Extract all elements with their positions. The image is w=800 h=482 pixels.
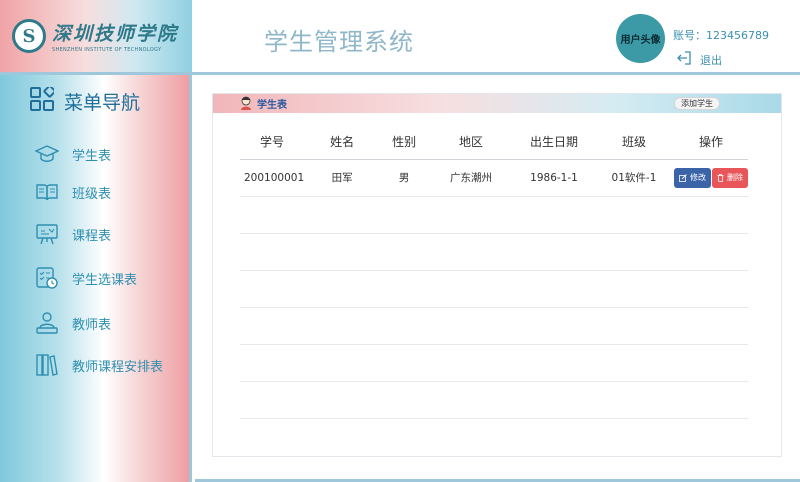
logout-icon xyxy=(676,51,692,68)
table-row xyxy=(240,307,748,345)
cell-class: 01软件-1 xyxy=(593,159,674,197)
bookshelf-icon xyxy=(34,352,60,378)
table-row xyxy=(240,233,748,271)
sidebar-item-label: 教师表 xyxy=(72,317,112,333)
avatar-label: 用户头像 xyxy=(620,35,661,46)
panel-header: 学生表 添加学生 xyxy=(213,94,781,113)
sidebar: 菜单导航 学生表 班级表 课程表 学生选课表 教师表 教师课程安排表 xyxy=(0,75,192,482)
school-logo: S 深圳技师学院 SHENZHEN INSTITUTE OF TECHNOLOG… xyxy=(0,0,192,72)
sidebar-item-students[interactable]: 学生表 xyxy=(34,141,111,167)
add-student-button[interactable]: 添加学生 xyxy=(674,97,720,110)
school-name-en: SHENZHEN INSTITUTE OF TECHNOLOGY xyxy=(52,47,162,53)
account-value: 123456789 xyxy=(706,29,769,42)
column-header-id: 学号 xyxy=(240,124,305,160)
school-name-cn: 深圳技师学院 xyxy=(52,23,179,45)
column-header-region: 地区 xyxy=(428,124,515,160)
delete-label: 删除 xyxy=(726,173,743,182)
sidebar-item-classes[interactable]: 班级表 xyxy=(34,179,111,205)
logout-label: 退出 xyxy=(700,53,722,67)
sidebar-item-label: 学生表 xyxy=(72,148,112,164)
school-emblem-icon: S xyxy=(12,19,46,53)
sidebar-item-courses[interactable]: 课程表 xyxy=(34,221,111,247)
column-header-gender: 性别 xyxy=(380,124,429,160)
student-table-panel: 学生表 添加学生 学号 姓名 性别 地区 出生日期 班级 操作 20010000… xyxy=(212,93,782,457)
nav-title-label: 菜单导航 xyxy=(64,91,141,114)
edit-label: 修改 xyxy=(689,173,706,182)
table-header-row: 学号 姓名 性别 地区 出生日期 班级 操作 xyxy=(240,124,748,160)
sidebar-item-course-selection[interactable]: 学生选课表 xyxy=(34,265,137,291)
trash-icon xyxy=(717,173,724,182)
sidebar-item-teacher-schedule[interactable]: 教师课程安排表 xyxy=(34,352,163,378)
cell-actions: 修改 删除 xyxy=(673,159,748,197)
column-header-birthdate: 出生日期 xyxy=(514,124,594,160)
panel-title: 学生表 xyxy=(257,100,287,111)
account-info: 账号：123456789 xyxy=(673,27,769,43)
table-row xyxy=(240,344,748,382)
table-row: 200100001 田军 男 广东潮州 1986-1-1 01软件-1 修改 删… xyxy=(240,159,748,197)
cell-birthdate: 1986-1-1 xyxy=(514,159,594,197)
account-label: 账号： xyxy=(673,29,706,42)
user-avatar[interactable]: 用户头像 xyxy=(616,14,665,63)
sidebar-item-label: 课程表 xyxy=(72,228,112,244)
table-row xyxy=(240,270,748,308)
column-header-class: 班级 xyxy=(593,124,674,160)
cell-gender: 男 xyxy=(380,159,429,197)
logout-button[interactable]: 退出 xyxy=(676,51,722,68)
sidebar-item-label: 教师课程安排表 xyxy=(72,359,164,375)
edit-button[interactable]: 修改 xyxy=(673,167,711,188)
table-row xyxy=(240,196,748,234)
student-table: 学号 姓名 性别 地区 出生日期 班级 操作 200100001 田军 男 广东… xyxy=(240,124,748,419)
table-row xyxy=(240,381,748,419)
top-header: 学生管理系统 用户头像 账号：123456789 退出 xyxy=(192,0,800,72)
column-header-actions: 操作 xyxy=(673,124,748,160)
cell-region: 广东潮州 xyxy=(428,159,515,197)
sidebar-item-label: 学生选课表 xyxy=(72,272,138,288)
open-book-icon xyxy=(34,179,60,205)
sidebar-item-teachers[interactable]: 教师表 xyxy=(34,310,111,336)
app-title: 学生管理系统 xyxy=(264,28,414,56)
column-header-name: 姓名 xyxy=(304,124,381,160)
main-content: 学生表 添加学生 学号 姓名 性别 地区 出生日期 班级 操作 20010000… xyxy=(195,75,800,479)
grid-menu-icon xyxy=(30,85,56,115)
graduation-cap-icon xyxy=(34,141,60,167)
delete-button[interactable]: 删除 xyxy=(711,167,748,188)
cell-student-id: 200100001 xyxy=(240,159,305,197)
presentation-board-icon xyxy=(34,221,60,247)
nav-title: 菜单导航 xyxy=(30,85,141,115)
sidebar-item-label: 班级表 xyxy=(72,186,112,202)
student-avatar-icon xyxy=(240,96,252,115)
cell-name: 田军 xyxy=(304,159,381,197)
edit-icon xyxy=(679,173,687,182)
teacher-icon xyxy=(34,310,60,336)
checklist-clock-icon xyxy=(34,265,60,291)
